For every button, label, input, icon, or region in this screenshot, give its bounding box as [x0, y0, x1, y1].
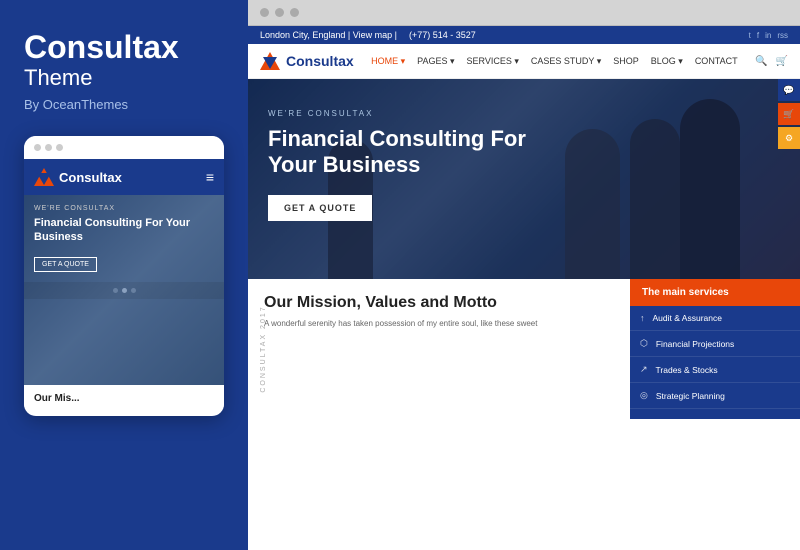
mission-section: CONSULTAX 2017 Our Mission, Values and M…	[248, 279, 630, 419]
mobile-chrome-bar	[24, 136, 224, 159]
search-icon[interactable]: 🔍	[755, 56, 767, 67]
site-bottom-section: CONSULTAX 2017 Our Mission, Values and M…	[248, 279, 800, 419]
mission-text: A wonderful serenity has taken possessio…	[264, 318, 614, 330]
service-label-1: Audit & Assurance	[653, 313, 722, 323]
site-nav-links: HOME ▾ PAGES ▾ SERVICES ▾ CASES STUDY ▾ …	[371, 56, 738, 67]
service-item-3[interactable]: ↗ Trades & Stocks	[630, 357, 800, 383]
linkedin-icon[interactable]: in	[765, 31, 771, 40]
nav-link-contact[interactable]: CONTACT	[695, 56, 738, 66]
financial-icon: ⬡	[640, 338, 648, 349]
browser-dot-3	[290, 8, 299, 17]
mobile-dot-3	[56, 144, 63, 151]
mobile-mockup: Consultax ≡ WE'RE CONSULTAX Financial Co…	[24, 136, 224, 416]
floating-cart-button[interactable]: 🛒	[778, 103, 800, 125]
nav-link-services[interactable]: SERVICES ▾	[467, 56, 519, 67]
mobile-hero-title: Financial Consulting For Your Business	[34, 216, 214, 245]
floating-buttons: 💬 🛒 ⚙	[778, 79, 800, 279]
topbar-right: t f in rss	[749, 31, 788, 40]
service-label-2: Financial Projections	[656, 339, 734, 349]
service-label-3: Trades & Stocks	[656, 365, 718, 375]
nav-icons: 🔍 🛒	[755, 56, 788, 67]
brand-by: By OceanThemes	[24, 97, 224, 112]
floating-settings-button[interactable]: ⚙	[778, 127, 800, 149]
service-item-4[interactable]: ◎ Strategic Planning	[630, 383, 800, 409]
mobile-hero: WE'RE CONSULTAX Financial Consulting For…	[24, 195, 224, 385]
site-hero: WE'RE CONSULTAX Financial Consulting For…	[248, 79, 800, 279]
browser-dot-2	[275, 8, 284, 17]
site-topbar: London City, England | View map | (+77) …	[248, 26, 800, 44]
service-item-1[interactable]: ↑ Audit & Assurance	[630, 306, 800, 331]
brand-subtitle: Theme	[24, 65, 224, 91]
nav-link-shop[interactable]: SHOP	[613, 56, 639, 66]
mission-title: Our Mission, Values and Motto	[264, 293, 614, 312]
topbar-left: London City, England | View map | (+77) …	[260, 30, 476, 40]
mobile-hero-label: WE'RE CONSULTAX	[34, 205, 214, 212]
services-panel: The main services ↑ Audit & Assurance ⬡ …	[630, 279, 800, 419]
floating-chat-button[interactable]: 💬	[778, 79, 800, 101]
mobile-mission-section: Our Mis...	[24, 385, 224, 415]
nav-link-blog[interactable]: BLOG ▾	[651, 56, 683, 67]
mobile-hero-content: WE'RE CONSULTAX Financial Consulting For…	[24, 195, 224, 282]
site-logo-icon	[260, 51, 280, 71]
cart-icon[interactable]: 🛒	[776, 56, 788, 67]
browser-dot-1	[260, 8, 269, 17]
browser-chrome	[248, 0, 800, 26]
mobile-cta-button[interactable]: GET A QUOTE	[34, 257, 97, 272]
rss-icon[interactable]: rss	[777, 31, 788, 40]
hero-cta-button[interactable]: GET A QUOTE	[268, 195, 372, 221]
left-panel: Consultax Theme By OceanThemes Consultax…	[0, 0, 248, 550]
mobile-mission-title: Our Mis...	[34, 393, 214, 404]
mobile-dots	[34, 144, 63, 151]
mission-side-label: CONSULTAX 2017	[260, 305, 267, 392]
mobile-dot-2	[45, 144, 52, 151]
topbar-phone: (+77) 514 - 3527	[409, 30, 476, 40]
mobile-nav: Consultax ≡	[24, 159, 224, 195]
service-item-2[interactable]: ⬡ Financial Projections	[630, 331, 800, 357]
mobile-logo: Consultax	[34, 167, 122, 187]
hero-label: WE'RE CONSULTAX	[268, 109, 780, 118]
trades-icon: ↗	[640, 364, 648, 375]
services-header: The main services	[630, 279, 800, 306]
right-panel: London City, England | View map | (+77) …	[248, 0, 800, 550]
mobile-logo-icon	[34, 167, 54, 187]
twitter-icon[interactable]: t	[749, 31, 751, 40]
audit-icon: ↑	[640, 313, 645, 323]
topbar-location: London City, England | View map |	[260, 30, 397, 40]
mobile-logo-text: Consultax	[59, 170, 122, 185]
nav-link-home[interactable]: HOME ▾	[371, 56, 405, 67]
mobile-hamburger-icon[interactable]: ≡	[206, 169, 214, 185]
website-preview: London City, England | View map | (+77) …	[248, 26, 800, 550]
nav-link-pages[interactable]: PAGES ▾	[417, 56, 454, 67]
facebook-icon[interactable]: f	[757, 31, 759, 40]
site-nav: Consultax HOME ▾ PAGES ▾ SERVICES ▾ CASE…	[248, 44, 800, 79]
site-logo-text: Consultax	[286, 53, 354, 69]
strategic-icon: ◎	[640, 390, 648, 401]
site-logo[interactable]: Consultax	[260, 51, 354, 71]
mobile-dot-1	[34, 144, 41, 151]
brand-title: Consultax	[24, 30, 224, 65]
hero-title: Financial Consulting For Your Business	[268, 126, 548, 179]
hero-content: WE'RE CONSULTAX Financial Consulting For…	[248, 79, 800, 251]
nav-link-cases[interactable]: CASES STUDY ▾	[531, 56, 601, 67]
service-label-4: Strategic Planning	[656, 391, 725, 401]
